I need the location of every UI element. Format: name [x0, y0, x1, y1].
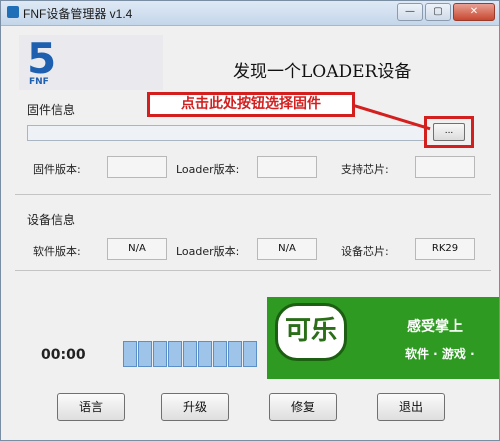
logo-mark: 5 — [27, 34, 57, 83]
minimize-button[interactable]: — — [397, 3, 423, 21]
software-version-label: 软件版本: — [33, 245, 81, 258]
firmware-loader-version-value — [257, 156, 317, 178]
section-divider — [15, 194, 491, 195]
annotation-callout: 点击此处按钮选择固件 — [147, 92, 355, 117]
watermark-ad-banner: 可乐 感受掌上 软件 · 游戏 · — [267, 297, 499, 379]
device-loader-version-value: N/A — [257, 238, 317, 260]
progress-cell — [153, 341, 167, 367]
progress-cell — [138, 341, 152, 367]
firmware-version-label: 固件版本: — [33, 163, 81, 176]
ad-slogan: 感受掌上 — [407, 319, 463, 335]
window-title: FNF设备管理器 v1.4 — [23, 7, 133, 21]
progress-cell — [213, 341, 227, 367]
logo-sub: FNF — [29, 77, 49, 87]
app-window: FNF设备管理器 v1.4 — ▢ ✕ 5 FNF 发现一个LOADER设备 固… — [0, 0, 500, 441]
progress-cell — [168, 341, 182, 367]
device-loader-version-label: Loader版本: — [176, 245, 240, 258]
progress-cell — [198, 341, 212, 367]
progress-cell — [123, 341, 137, 367]
device-section-label: 设备信息 — [27, 213, 76, 227]
exit-button[interactable]: 退出 — [377, 393, 445, 421]
firmware-loader-version-label: Loader版本: — [176, 163, 240, 176]
window-controls: — ▢ ✕ — [397, 3, 495, 21]
logo: 5 FNF — [19, 35, 163, 90]
progress-cell — [243, 341, 257, 367]
maximize-button[interactable]: ▢ — [425, 3, 451, 21]
progress-cell — [228, 341, 242, 367]
ad-logo: 可乐 — [275, 303, 347, 361]
upgrade-progress-bar — [123, 341, 257, 367]
device-chip-label: 设备芯片: — [341, 245, 389, 258]
language-button[interactable]: 语言 — [57, 393, 125, 421]
supported-chip-value — [415, 156, 475, 178]
ad-categories: 软件 · 游戏 · — [405, 347, 475, 361]
firmware-section-label: 固件信息 — [27, 103, 76, 117]
app-icon — [7, 6, 19, 18]
supported-chip-label: 支持芯片: — [341, 163, 389, 176]
device-status-heading: 发现一个LOADER设备 — [233, 62, 412, 82]
annotation-highlight-box — [424, 116, 474, 148]
close-button[interactable]: ✕ — [453, 3, 495, 21]
firmware-version-value — [107, 156, 167, 178]
device-chip-value: RK29 — [415, 238, 475, 260]
progress-cell — [183, 341, 197, 367]
firmware-path-input[interactable] — [27, 125, 425, 141]
title-bar[interactable]: FNF设备管理器 v1.4 — ▢ ✕ — [1, 1, 499, 26]
repair-button[interactable]: 修复 — [269, 393, 337, 421]
section-divider-2 — [15, 270, 491, 271]
elapsed-timer: 00:00 — [41, 347, 86, 363]
upgrade-button[interactable]: 升级 — [161, 393, 229, 421]
software-version-value: N/A — [107, 238, 167, 260]
